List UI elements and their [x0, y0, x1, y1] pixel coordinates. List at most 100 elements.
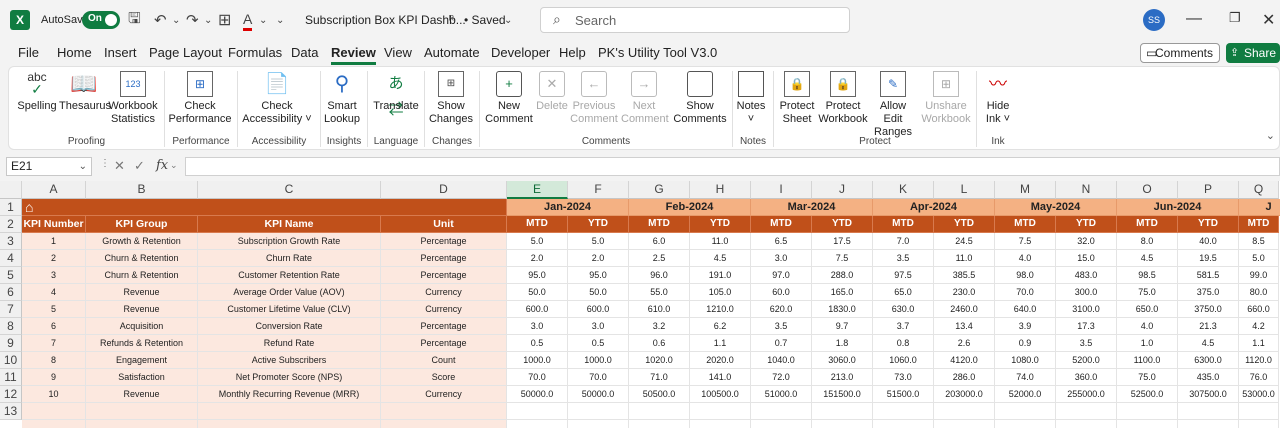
row-header-7[interactable]: 7: [0, 301, 22, 318]
empty-cell[interactable]: [873, 403, 934, 420]
value-cell[interactable]: 71.0: [629, 369, 690, 386]
kpi-group-cell[interactable]: Refunds & Retention: [86, 335, 198, 352]
value-cell[interactable]: 15.0: [1056, 250, 1117, 267]
workbook-statistics-button[interactable]: 123 Workbook Statistics: [107, 71, 159, 126]
value-cell[interactable]: 0.6: [629, 335, 690, 352]
value-cell[interactable]: 1080.0: [995, 352, 1056, 369]
empty-cell[interactable]: [812, 403, 873, 420]
kpi-name-cell[interactable]: Customer Lifetime Value (CLV): [198, 301, 381, 318]
empty-cell[interactable]: [690, 420, 751, 428]
row-header-4[interactable]: 4: [0, 250, 22, 267]
value-cell[interactable]: 300.0: [1056, 284, 1117, 301]
column-header-a[interactable]: A: [22, 181, 86, 199]
notes-button[interactable]: Notes ˅: [736, 71, 766, 126]
value-cell[interactable]: 1.1: [1239, 335, 1279, 352]
menu-insert[interactable]: Insert: [104, 45, 137, 60]
value-cell[interactable]: 1020.0: [629, 352, 690, 369]
value-cell[interactable]: 19.5: [1178, 250, 1239, 267]
value-cell[interactable]: 5.0: [568, 233, 629, 250]
font-color-dropdown-icon[interactable]: ⌄: [259, 0, 267, 40]
value-cell[interactable]: 52000.0: [995, 386, 1056, 403]
column-header-e[interactable]: E: [507, 181, 568, 199]
value-cell[interactable]: 100500.0: [690, 386, 751, 403]
value-cell[interactable]: 99.0: [1239, 267, 1279, 284]
menu-file[interactable]: File: [18, 45, 39, 60]
row-header-3[interactable]: 3: [0, 233, 22, 250]
empty-cell[interactable]: [629, 420, 690, 428]
value-cell[interactable]: 2.0: [568, 250, 629, 267]
value-cell[interactable]: 96.0: [629, 267, 690, 284]
kpi-number-cell[interactable]: 3: [22, 267, 86, 284]
value-cell[interactable]: 3.7: [873, 318, 934, 335]
empty-cell[interactable]: [22, 420, 86, 428]
value-cell[interactable]: 5200.0: [1056, 352, 1117, 369]
value-cell[interactable]: 288.0: [812, 267, 873, 284]
empty-cell[interactable]: [934, 403, 995, 420]
search-box[interactable]: ⌕ Search: [540, 7, 850, 33]
value-cell[interactable]: 6.2: [690, 318, 751, 335]
kpi-group-cell[interactable]: Engagement: [86, 352, 198, 369]
value-cell[interactable]: 3.5: [873, 250, 934, 267]
kpi-unit-cell[interactable]: Percentage: [381, 335, 507, 352]
column-header-n[interactable]: N: [1056, 181, 1117, 199]
kpi-unit-cell[interactable]: Currency: [381, 301, 507, 318]
value-cell[interactable]: 3100.0: [1056, 301, 1117, 318]
value-cell[interactable]: 0.7: [751, 335, 812, 352]
font-color-icon[interactable]: A: [243, 9, 253, 31]
value-cell[interactable]: 307500.0: [1178, 386, 1239, 403]
new-comment-button[interactable]: + New Comment: [483, 71, 535, 126]
kpi-group-cell[interactable]: Revenue: [86, 386, 198, 403]
kpi-name-cell[interactable]: Average Order Value (AOV): [198, 284, 381, 301]
kpi-name-cell[interactable]: Monthly Recurring Revenue (MRR): [198, 386, 381, 403]
value-cell[interactable]: 70.0: [507, 369, 568, 386]
value-cell[interactable]: 620.0: [751, 301, 812, 318]
protect-workbook-button[interactable]: 🔒 Protect Workbook: [817, 71, 869, 126]
saved-dropdown-icon[interactable]: ⌄: [504, 0, 512, 40]
allow-edit-ranges-button[interactable]: ✎ Allow Edit Ranges: [869, 71, 917, 139]
menu-utility-tool[interactable]: PK's Utility Tool V3.0: [598, 45, 717, 60]
kpi-unit-cell[interactable]: Count: [381, 352, 507, 369]
empty-cell[interactable]: [1056, 420, 1117, 428]
value-cell[interactable]: 2460.0: [934, 301, 995, 318]
empty-cell[interactable]: [381, 420, 507, 428]
kpi-name-cell[interactable]: Customer Retention Rate: [198, 267, 381, 284]
value-cell[interactable]: 60.0: [751, 284, 812, 301]
value-cell[interactable]: 640.0: [995, 301, 1056, 318]
menu-home[interactable]: Home: [57, 45, 92, 60]
value-cell[interactable]: 600.0: [507, 301, 568, 318]
kpi-number-cell[interactable]: 2: [22, 250, 86, 267]
value-cell[interactable]: 1040.0: [751, 352, 812, 369]
value-cell[interactable]: 2.6: [934, 335, 995, 352]
menu-data[interactable]: Data: [291, 45, 318, 60]
empty-cell[interactable]: [22, 403, 86, 420]
kpi-number-cell[interactable]: 6: [22, 318, 86, 335]
menu-review[interactable]: Review: [331, 45, 376, 65]
empty-cell[interactable]: [995, 403, 1056, 420]
value-cell[interactable]: 0.5: [507, 335, 568, 352]
smart-lookup-button[interactable]: ⚲ Smart Lookup: [323, 71, 361, 126]
value-cell[interactable]: 483.0: [1056, 267, 1117, 284]
value-cell[interactable]: 1000.0: [568, 352, 629, 369]
value-cell[interactable]: 435.0: [1178, 369, 1239, 386]
value-cell[interactable]: 3.5: [751, 318, 812, 335]
empty-cell[interactable]: [751, 420, 812, 428]
value-cell[interactable]: 21.3: [1178, 318, 1239, 335]
home-icon[interactable]: ⌂: [25, 199, 33, 215]
value-cell[interactable]: 76.0: [1239, 369, 1279, 386]
hide-ink-button[interactable]: 〰 Hide Ink ˅: [981, 71, 1015, 126]
value-cell[interactable]: 203000.0: [934, 386, 995, 403]
menu-page-layout[interactable]: Page Layout: [149, 45, 222, 60]
value-cell[interactable]: 650.0: [1117, 301, 1178, 318]
value-cell[interactable]: 50000.0: [568, 386, 629, 403]
value-cell[interactable]: 70.0: [995, 284, 1056, 301]
value-cell[interactable]: 3.5: [1056, 335, 1117, 352]
value-cell[interactable]: 1.0: [1117, 335, 1178, 352]
value-cell[interactable]: 4.5: [1117, 250, 1178, 267]
kpi-unit-cell[interactable]: Currency: [381, 284, 507, 301]
value-cell[interactable]: 53000.0: [1239, 386, 1279, 403]
empty-cell[interactable]: [1178, 403, 1239, 420]
minimize-icon[interactable]: —: [1186, 10, 1202, 28]
row-header-13[interactable]: 13: [0, 403, 22, 420]
value-cell[interactable]: 4120.0: [934, 352, 995, 369]
show-changes-button[interactable]: ⊞ Show Changes: [428, 71, 474, 126]
